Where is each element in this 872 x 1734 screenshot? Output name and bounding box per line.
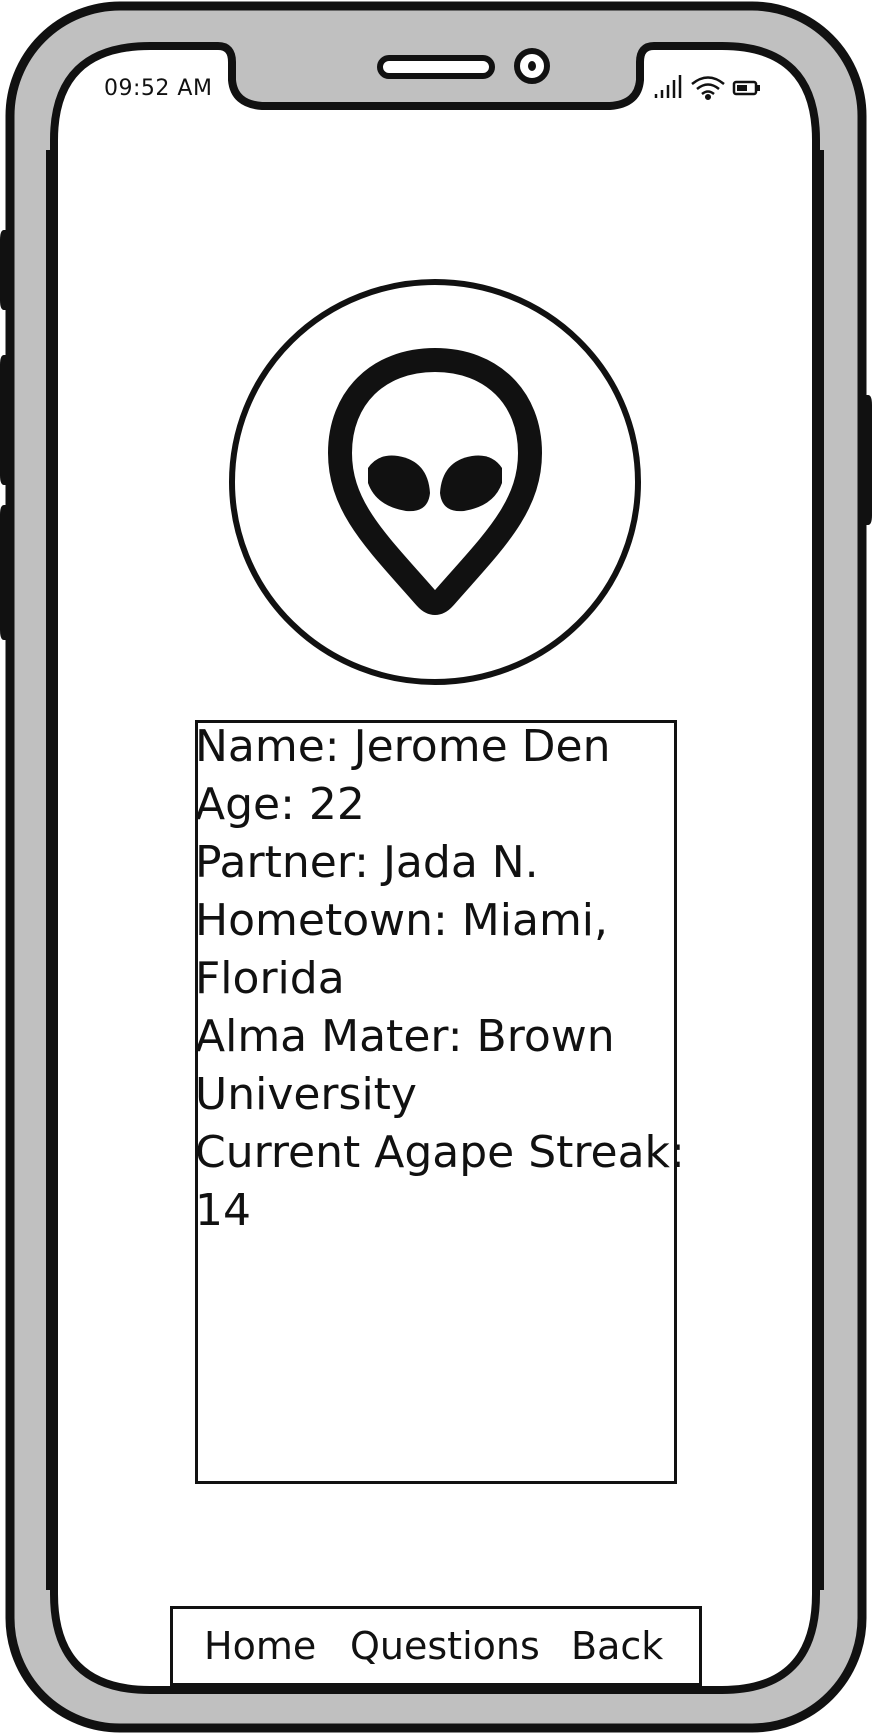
profile-partner: Partner: Jada N. <box>195 837 539 888</box>
speaker-icon <box>377 55 495 79</box>
wifi-icon <box>691 76 725 101</box>
profile-agape-streak-value: 14 <box>195 1185 251 1236</box>
profile-alma-mater: Alma Mater: Brown <box>195 1011 615 1062</box>
profile-alma-mater-cont: University <box>195 1069 417 1120</box>
nav-home-button[interactable]: Home <box>204 1618 316 1674</box>
nav-questions-button[interactable]: Questions <box>350 1618 540 1674</box>
status-time: 09:52 AM <box>104 76 213 101</box>
profile-hometown: Hometown: Miami, <box>195 895 609 946</box>
profile-name: Name: Jerome Den <box>195 721 611 772</box>
screen: 09:52 AM Name: Jerome Den Age: 22 Partne… <box>0 0 872 1734</box>
signal-icon <box>654 75 682 98</box>
status-icons <box>654 75 760 101</box>
profile-info-text: Name: Jerome Den Age: 22 Partner: Jada N… <box>195 718 685 1240</box>
nav-back-button[interactable]: Back <box>571 1618 663 1674</box>
profile-hometown-cont: Florida <box>195 953 345 1004</box>
profile-agape-streak: Current Agape Streak: <box>195 1127 685 1178</box>
battery-icon <box>732 80 760 96</box>
avatar <box>229 279 641 685</box>
profile-age: Age: 22 <box>195 779 365 830</box>
